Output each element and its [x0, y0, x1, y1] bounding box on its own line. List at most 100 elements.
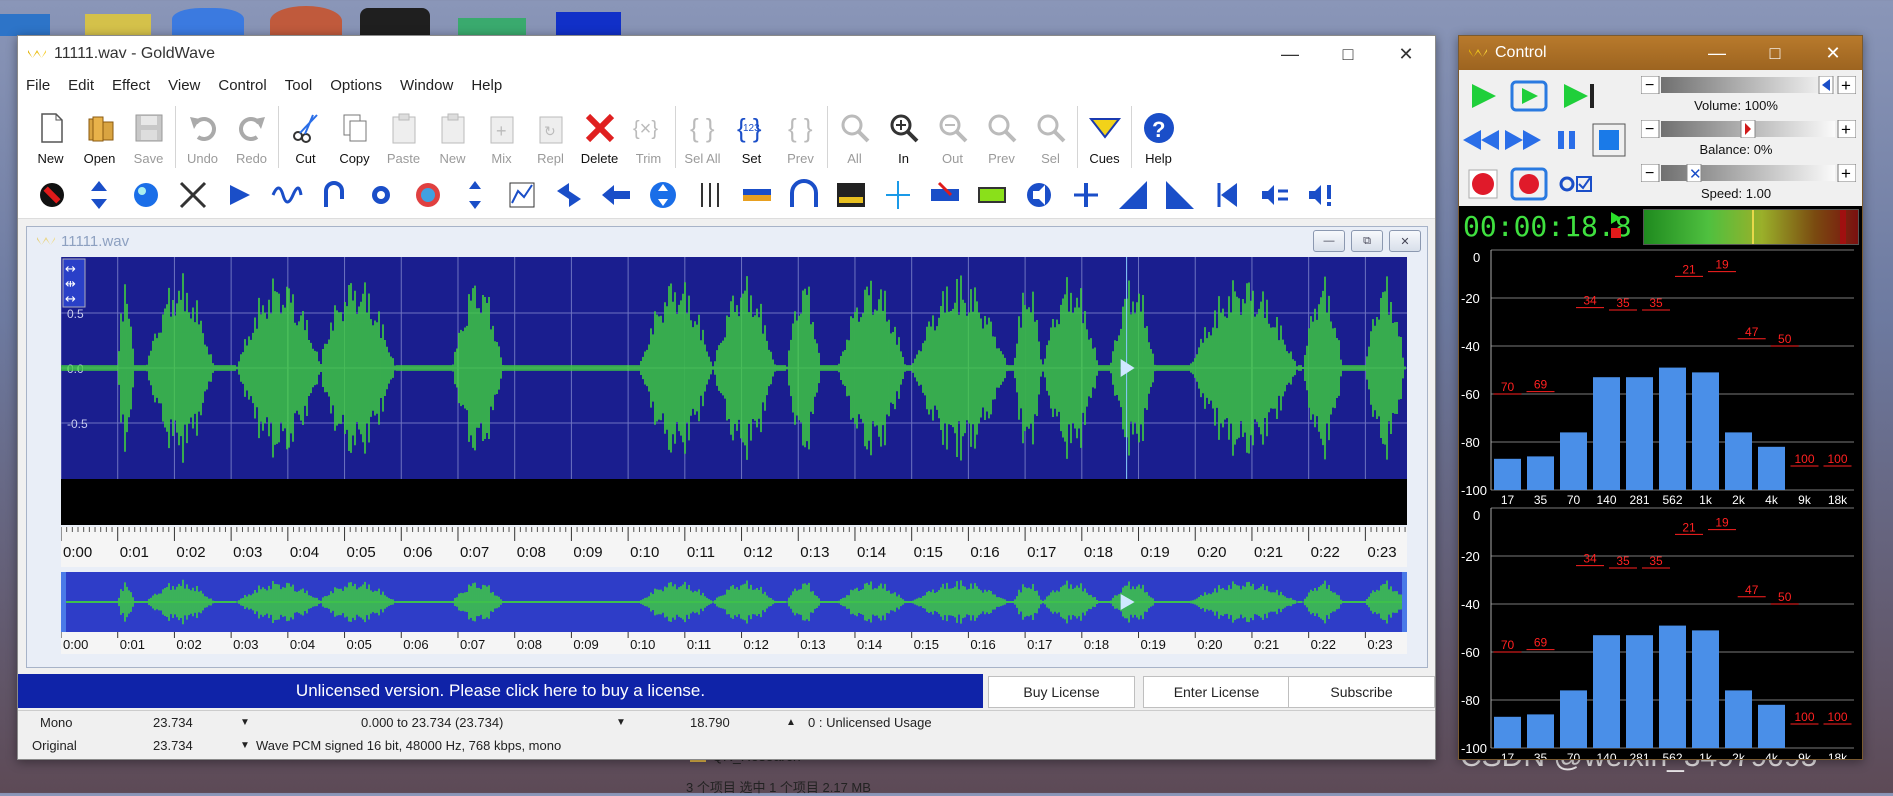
- balance-slider[interactable]: − +: [1641, 120, 1856, 138]
- level-meter: [1643, 209, 1859, 245]
- menu-edit[interactable]: Edit: [68, 77, 94, 94]
- svg-text:{ }: { }: [690, 113, 715, 143]
- menu-tool[interactable]: Tool: [285, 77, 313, 94]
- time-ruler[interactable]: 0:00 0:01 0:02 0:03 0:04 0:05 0:06 0:07 0:08 0:09…: [61, 527, 1407, 567]
- zoom-in-icon: [887, 111, 921, 145]
- menu-view[interactable]: View: [168, 77, 200, 94]
- toolbar-copy-button[interactable]: Copy: [330, 102, 379, 172]
- overview-left-handle[interactable]: [61, 572, 66, 632]
- menu-effect[interactable]: Effect: [112, 77, 150, 94]
- menu-help[interactable]: Help: [471, 77, 502, 94]
- control-minimize-button[interactable]: —: [1688, 36, 1746, 70]
- overview-waveform[interactable]: [61, 572, 1407, 632]
- selection-dropdown-icon[interactable]: ▼: [616, 717, 626, 728]
- left-bracket-icon[interactable]: [1203, 175, 1250, 215]
- volume-arrows-icon[interactable]: [75, 175, 122, 215]
- toolbar-set-button[interactable]: { } 123 Set: [727, 102, 776, 172]
- enter-license-button[interactable]: Enter License: [1143, 676, 1290, 708]
- overview-right-handle[interactable]: [1402, 572, 1407, 632]
- document-restore-button[interactable]: ⧉: [1351, 230, 1383, 252]
- filter-arc-icon[interactable]: [780, 175, 827, 215]
- position-up-icon[interactable]: ▲: [786, 717, 796, 728]
- maximize-button[interactable]: □: [1319, 36, 1377, 72]
- color-wheel-icon[interactable]: [404, 175, 451, 215]
- record-button[interactable]: [1463, 164, 1503, 204]
- menu-options[interactable]: Options: [330, 77, 382, 94]
- control-maximize-button[interactable]: □: [1746, 36, 1804, 70]
- license-banner[interactable]: Unlicensed version. Please click here to…: [18, 674, 983, 708]
- speaker-icon[interactable]: [1015, 175, 1062, 215]
- spectrum-grid-icon[interactable]: [827, 175, 874, 215]
- spectrum-x-tick: 1k: [1699, 493, 1713, 507]
- toolbar-cut-button[interactable]: Cut: [281, 102, 330, 172]
- stop-button[interactable]: [1589, 120, 1629, 160]
- menu-control[interactable]: Control: [218, 77, 266, 94]
- control-window: Control — □ ✕ − + Volume: 100% − + Balan…: [1458, 35, 1863, 760]
- invert-icon[interactable]: [216, 175, 263, 215]
- fast-forward-button[interactable]: [1503, 120, 1543, 160]
- waveform-display[interactable]: 0.50.0-0.5↔⇹↔: [61, 257, 1407, 525]
- overview-time-label: 0:18: [1084, 637, 1109, 652]
- status-usage: 0 : Unlicensed Usage: [808, 715, 932, 730]
- fade-out-icon[interactable]: [1156, 175, 1203, 215]
- pause-button[interactable]: [1547, 120, 1587, 160]
- close-button[interactable]: ✕: [1377, 36, 1435, 72]
- rewind-button[interactable]: [1461, 120, 1501, 160]
- gear-icon[interactable]: [357, 175, 404, 215]
- effects-toolbar: [18, 172, 1435, 219]
- control-close-button[interactable]: ✕: [1804, 36, 1862, 70]
- toolbar-redo-button: Redo: [227, 102, 276, 172]
- menu-window[interactable]: Window: [400, 77, 453, 94]
- menu-file[interactable]: File: [26, 77, 50, 94]
- overview-time-label: 0:23: [1367, 637, 1392, 652]
- spectrum-analyzer[interactable]: 0 -20 -40 -60 -80 -100 17 35 70 140 281 562 1k 2k 4k 9k…: [1459, 246, 1862, 759]
- speaker-equal-icon[interactable]: [1250, 175, 1297, 215]
- toolbar-new-button[interactable]: New: [26, 102, 75, 172]
- minimize-button[interactable]: —: [1261, 36, 1319, 72]
- speed-slider[interactable]: − ✕ +: [1641, 164, 1856, 182]
- sparkle-icon[interactable]: [874, 175, 921, 215]
- toolbar-in-button[interactable]: In: [879, 102, 928, 172]
- buy-license-button[interactable]: Buy License: [988, 676, 1135, 708]
- toolbar-cues-button[interactable]: Cues: [1080, 102, 1129, 172]
- speaker-exclaim-icon[interactable]: [1297, 175, 1344, 215]
- length-dropdown-icon[interactable]: ▼: [240, 717, 250, 728]
- record-icon: [1468, 169, 1498, 199]
- swap-arrows-icon[interactable]: [545, 175, 592, 215]
- toolbar-delete-button[interactable]: Delete: [575, 102, 624, 172]
- spectrum-bar-icon[interactable]: [733, 175, 780, 215]
- spectrum-color-icon[interactable]: [968, 175, 1015, 215]
- toolbar-help-button[interactable]: ? Help: [1134, 102, 1183, 172]
- subscribe-button[interactable]: Subscribe: [1288, 676, 1435, 708]
- fade-in-icon[interactable]: [1109, 175, 1156, 215]
- compress-arrows-icon[interactable]: [451, 175, 498, 215]
- marker-icon[interactable]: [1062, 175, 1109, 215]
- no-entry-icon[interactable]: [28, 175, 75, 215]
- status-bar-row2: Original 23.734 ▼ Wave PCM signed 16 bit…: [18, 734, 1435, 758]
- document-close-button[interactable]: ✕: [1389, 230, 1421, 252]
- inverse-u-icon[interactable]: [310, 175, 357, 215]
- record-selection-button[interactable]: [1509, 164, 1549, 204]
- wave-icon[interactable]: [263, 175, 310, 215]
- play-to-end-button[interactable]: [1559, 76, 1599, 116]
- spectrum-y-tick: 0: [1473, 250, 1480, 265]
- time-label: 0:19: [1141, 544, 1170, 561]
- original-dropdown-icon[interactable]: ▼: [240, 740, 250, 751]
- spectrum-peak-label: 47: [1745, 583, 1759, 597]
- crossfade-icon[interactable]: [169, 175, 216, 215]
- play-button[interactable]: [1463, 76, 1503, 116]
- equalizer-sliders-icon[interactable]: [686, 175, 733, 215]
- noise-icon[interactable]: [921, 175, 968, 215]
- volume-slider[interactable]: − +: [1641, 76, 1856, 94]
- document-minimize-button[interactable]: —: [1313, 230, 1345, 252]
- vertical-arrows-icon[interactable]: [639, 175, 686, 215]
- sphere-icon[interactable]: [122, 175, 169, 215]
- play-selection-button[interactable]: [1509, 76, 1549, 116]
- spectrum-y-tick: -20: [1461, 291, 1480, 306]
- left-arrow-icon[interactable]: [592, 175, 639, 215]
- toolbar-prev-button: { } Prev: [776, 102, 825, 172]
- y-axis-label: -0.5: [67, 417, 88, 431]
- monitor-button[interactable]: [1557, 164, 1597, 204]
- chart-icon[interactable]: [498, 175, 545, 215]
- toolbar-open-button[interactable]: Open: [75, 102, 124, 172]
